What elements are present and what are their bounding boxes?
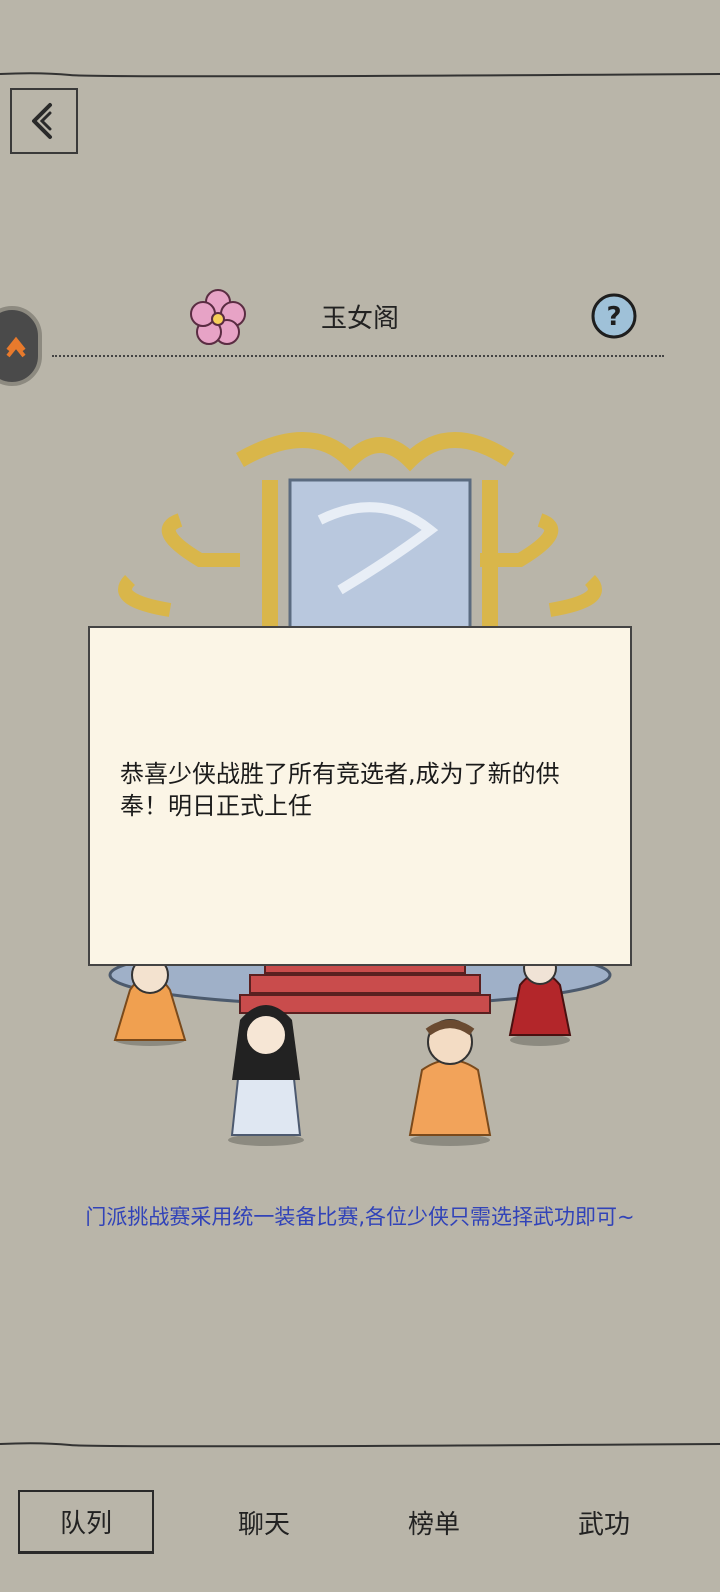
back-button[interactable] [10,88,78,154]
message-dialog[interactable]: 恭喜少侠战胜了所有竞选者,成为了新的供奉！明日正式上任 [88,626,632,966]
side-menu-tab[interactable] [0,306,42,386]
sect-title: 玉女阁 [320,304,399,334]
nav-tab-label: 聊天 [237,1509,290,1540]
nav-tab-chat[interactable]: 聊天 [196,1490,332,1554]
nav-tab-queue[interactable]: 队列 [18,1490,154,1554]
nav-tab-ranking[interactable]: 榜单 [366,1490,502,1554]
nav-tab-label: 队列 [59,1509,112,1539]
top-divider-line [0,72,720,78]
title-divider [52,355,664,357]
nav-tab-label: 武功 [577,1509,630,1540]
help-question-icon[interactable]: ? [590,292,638,340]
nav-tab-label: 榜单 [407,1509,460,1540]
side-menu-icon [6,336,26,358]
svg-text:?: ? [606,302,621,332]
back-chevron-icon [32,103,52,139]
plum-blossom-icon [190,289,246,345]
bottom-nav: 队列 聊天 榜单 武功 [0,1490,720,1560]
nav-tab-martial-arts[interactable]: 武功 [536,1490,672,1554]
tip-text: 门派挑战赛采用统一装备比赛,各位少侠只需选择武功即可~ [85,1205,635,1229]
bottom-divider-line [0,1442,720,1448]
dialog-message: 恭喜少侠战胜了所有竞选者,成为了新的供奉！明日正式上任 [120,760,560,820]
